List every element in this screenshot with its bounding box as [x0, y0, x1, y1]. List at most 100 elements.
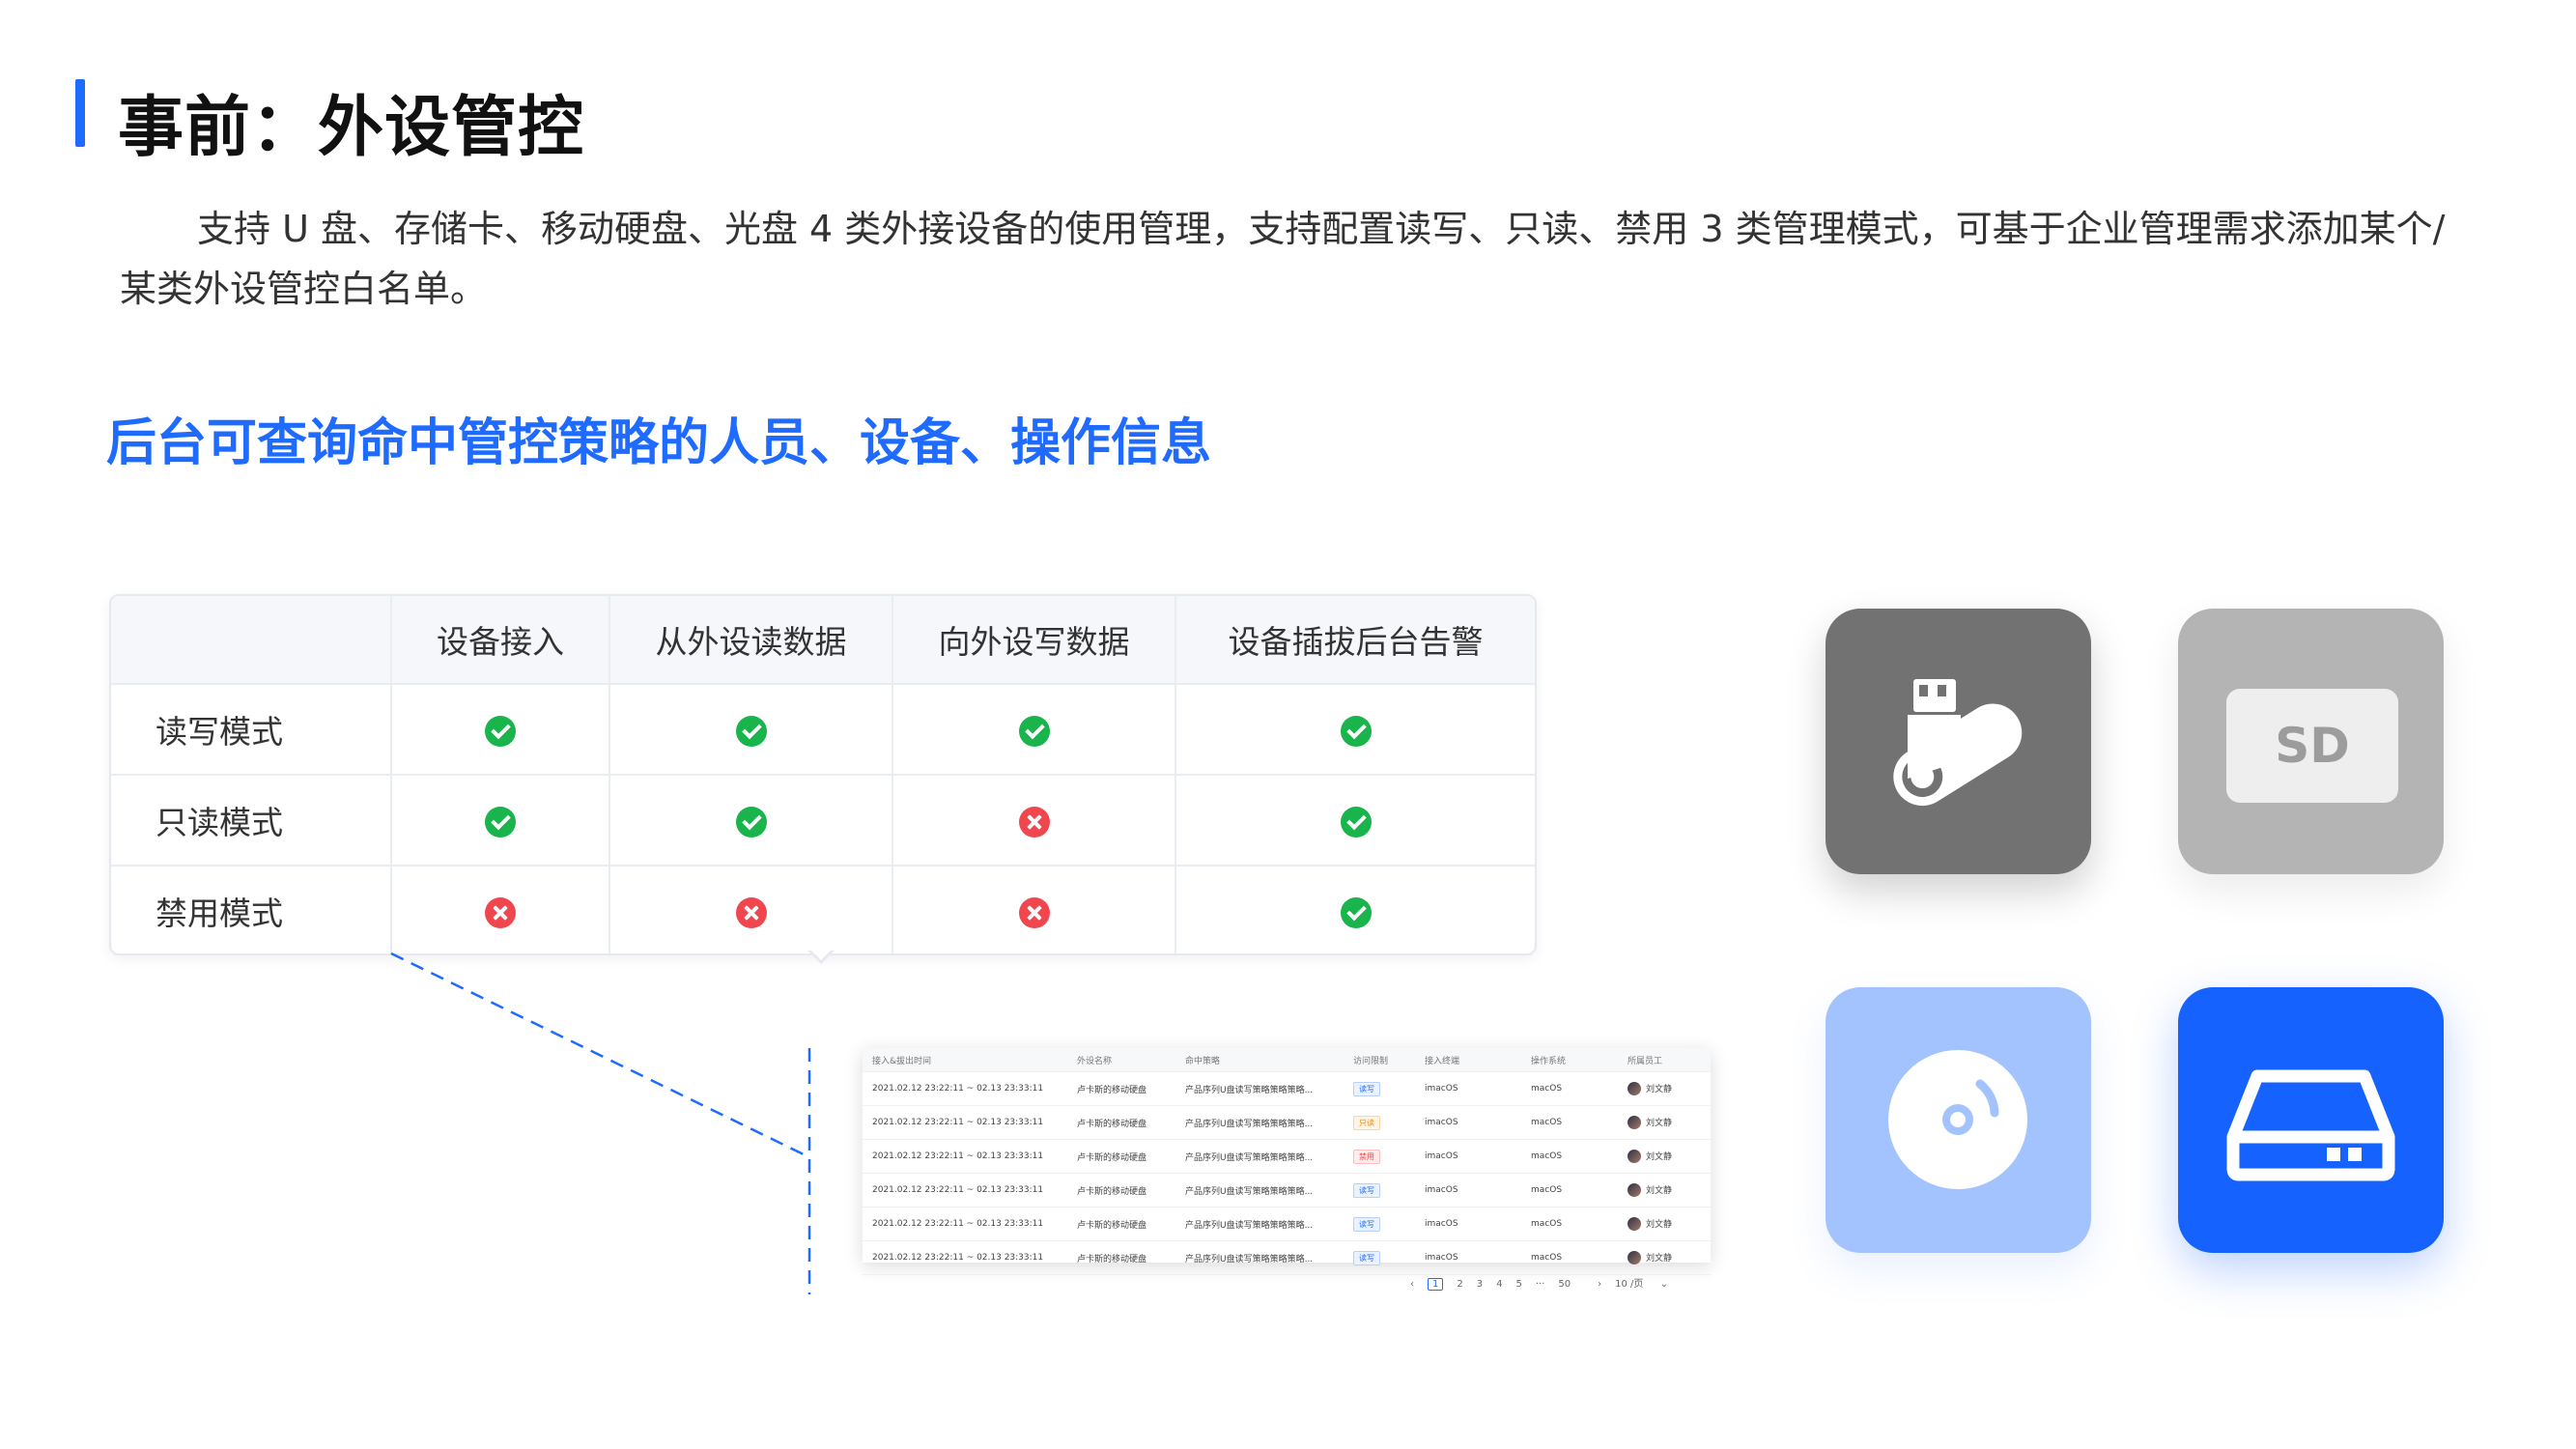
page-size-select[interactable]: 10 /页 ⌄: [1615, 1275, 1682, 1290]
access-badge: 读写: [1353, 1250, 1380, 1265]
log-cell-device: 卢卡斯的移动硬盘: [1067, 1240, 1175, 1275]
permission-matrix: 设备接入 从外设读数据 向外设写数据 设备插拔后台告警 读写模式 只读模式 禁用模式: [109, 594, 1537, 955]
chevron-down-icon: ⌄: [1659, 1279, 1669, 1290]
avatar: [1628, 1251, 1641, 1265]
log-cell-device: 卢卡斯的移动硬盘: [1067, 1139, 1175, 1174]
matrix-cell: [390, 865, 610, 953]
employee-name: 刘文静: [1646, 1151, 1673, 1162]
title-accent-bar: [75, 79, 85, 147]
pager-page-button[interactable]: 2: [1457, 1279, 1462, 1290]
avatar: [1628, 1183, 1641, 1198]
log-cell-device: 卢卡斯的移动硬盘: [1067, 1105, 1175, 1140]
pager-page-button[interactable]: 5: [1516, 1279, 1522, 1290]
log-cell-terminal: imacOS: [1415, 1105, 1521, 1140]
table-row[interactable]: 2021.02.12 23:22:11 ~ 02.13 23:33:11 卢卡斯的…: [863, 1071, 1711, 1106]
log-cell-time: 2021.02.12 23:22:11 ~ 02.13 23:33:11: [863, 1240, 1067, 1275]
table-row[interactable]: 2021.02.12 23:22:11 ~ 02.13 23:33:11 卢卡斯的…: [863, 1173, 1711, 1208]
avatar: [1628, 1116, 1641, 1130]
pager-page-button[interactable]: 1: [1428, 1278, 1444, 1291]
log-cell-device: 卢卡斯的移动硬盘: [1067, 1071, 1175, 1106]
log-cell-policy: 产品序列U盘读写策略策略策略...: [1175, 1173, 1344, 1208]
sd-card-tile: SD: [2178, 609, 2444, 874]
check-circle-icon: [1018, 716, 1050, 747]
check-circle-icon: [1340, 897, 1372, 928]
callout-pointer-fill: [809, 949, 833, 960]
check-circle-icon: [735, 807, 767, 838]
matrix-header-device-access: 设备接入: [390, 596, 610, 685]
page-title: 事前：外设管控: [118, 90, 585, 166]
log-cell-device: 卢卡斯的移动硬盘: [1067, 1173, 1175, 1208]
matrix-header-write-data: 向外设写数据: [892, 596, 1176, 685]
pager-next-button[interactable]: ›: [1598, 1279, 1601, 1290]
pagination: ‹ 1 2 3 4 5 ··· 50 › 10 /页 ⌄: [1410, 1275, 1695, 1291]
log-cell-os: macOS: [1521, 1071, 1618, 1106]
log-cell-os: macOS: [1521, 1240, 1618, 1275]
log-cell-employee: 刘文静: [1618, 1173, 1711, 1208]
avatar: [1628, 1217, 1641, 1232]
log-cell-terminal: imacOS: [1415, 1240, 1521, 1275]
log-col-time[interactable]: 接入&拔出时间: [863, 1048, 1067, 1072]
log-cell-policy: 产品序列U盘读写策略策略策略...: [1175, 1105, 1344, 1140]
log-cell-time: 2021.02.12 23:22:11 ~ 02.13 23:33:11: [863, 1105, 1067, 1140]
employee-name: 刘文静: [1646, 1118, 1673, 1128]
hard-drive-icon: [2226, 1069, 2395, 1181]
log-col-device[interactable]: 外设名称: [1067, 1048, 1175, 1072]
log-cell-access: 只读: [1344, 1105, 1415, 1140]
table-row[interactable]: 2021.02.12 23:22:11 ~ 02.13 23:33:11 卢卡斯的…: [863, 1240, 1711, 1275]
employee-name: 刘文静: [1646, 1084, 1673, 1094]
optical-disc-tile: [1826, 987, 2091, 1253]
usb-drive-icon: [1893, 679, 2023, 807]
log-cell-access: 读写: [1344, 1207, 1415, 1241]
log-col-employee[interactable]: 所属员工: [1618, 1048, 1711, 1072]
access-badge: 读写: [1353, 1216, 1380, 1232]
page-size-label: 10 /页: [1615, 1279, 1644, 1290]
log-cell-terminal: imacOS: [1415, 1071, 1521, 1106]
matrix-row: 读写模式: [111, 683, 1535, 776]
matrix-cell: [892, 683, 1176, 776]
access-badge: 读写: [1353, 1081, 1380, 1096]
matrix-cell: [892, 865, 1176, 953]
usb-drive-tile: [1826, 609, 2091, 874]
log-col-access[interactable]: 访问限制: [1344, 1048, 1415, 1072]
check-circle-icon: [735, 716, 767, 747]
check-circle-icon: [485, 716, 516, 747]
close-circle-icon: [485, 897, 516, 928]
log-cell-employee: 刘文静: [1618, 1207, 1711, 1241]
log-cell-os: macOS: [1521, 1207, 1618, 1241]
pager-prev-button[interactable]: ‹: [1410, 1279, 1414, 1290]
matrix-header-row: 设备接入 从外设读数据 向外设写数据 设备插拔后台告警: [111, 596, 1535, 685]
pager-page-button[interactable]: 3: [1477, 1279, 1483, 1290]
table-row[interactable]: 2021.02.12 23:22:11 ~ 02.13 23:33:11 卢卡斯的…: [863, 1207, 1711, 1241]
sd-card-icon: SD: [2226, 689, 2398, 803]
log-header-row: 接入&拔出时间 外设名称 命中策略 访问限制 接入终端 操作系统 所属员工: [863, 1048, 1711, 1072]
log-cell-access: 读写: [1344, 1071, 1415, 1106]
log-cell-time: 2021.02.12 23:22:11 ~ 02.13 23:33:11: [863, 1139, 1067, 1174]
log-cell-employee: 刘文静: [1618, 1240, 1711, 1275]
matrix-cell: [1175, 683, 1535, 776]
check-circle-icon: [485, 807, 516, 838]
matrix-cell: [609, 865, 893, 953]
log-cell-employee: 刘文静: [1618, 1071, 1711, 1106]
matrix-header-corner: [111, 596, 392, 685]
avatar: [1628, 1082, 1641, 1096]
pager-ellipsis: ···: [1535, 1279, 1545, 1290]
matrix-header-plug-alert: 设备插拔后台告警: [1175, 596, 1535, 685]
log-col-policy[interactable]: 命中策略: [1175, 1048, 1344, 1072]
log-col-terminal[interactable]: 接入终端: [1415, 1048, 1521, 1072]
close-circle-icon: [735, 897, 767, 928]
description-body: 支持 U 盘、存储卡、移动硬盘、光盘 4 类外接设备的使用管理，支持配置读写、只…: [120, 208, 2446, 310]
pager-page-button[interactable]: 50: [1558, 1279, 1571, 1290]
hard-drive-tile: [2178, 987, 2444, 1253]
check-circle-icon: [1340, 716, 1372, 747]
pager-page-button[interactable]: 4: [1496, 1279, 1502, 1290]
matrix-cell: [609, 683, 893, 776]
dashed-diagonal-line: [390, 952, 810, 1159]
log-cell-device: 卢卡斯的移动硬盘: [1067, 1207, 1175, 1241]
access-log-table: 接入&拔出时间 外设名称 命中策略 访问限制 接入终端 操作系统 所属员工 20…: [863, 1048, 1711, 1275]
log-cell-employee: 刘文静: [1618, 1105, 1711, 1140]
table-row[interactable]: 2021.02.12 23:22:11 ~ 02.13 23:33:11 卢卡斯的…: [863, 1139, 1711, 1174]
matrix-cell: [609, 774, 893, 867]
table-row[interactable]: 2021.02.12 23:22:11 ~ 02.13 23:33:11 卢卡斯的…: [863, 1105, 1711, 1140]
employee-name: 刘文静: [1646, 1253, 1673, 1264]
log-col-os[interactable]: 操作系统: [1521, 1048, 1618, 1072]
